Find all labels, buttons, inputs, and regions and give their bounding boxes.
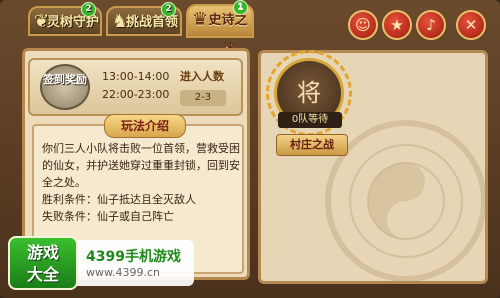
time-slot: 13:00-14:00 [102, 70, 170, 83]
intro-text: 你们三人小队将击败一位首领，营救受困的仙女，并护送她穿过重重封锁，回到安全之处。… [42, 140, 242, 225]
time-slot: 22:00-23:00 [102, 88, 170, 101]
dragon-icon: ♞ [112, 11, 129, 32]
open-times: 13:00-14:00 22:00-23:00 [102, 68, 169, 104]
sign-reward-seal[interactable]: 签到奖励 [40, 64, 90, 110]
tree-icon: ❦ [34, 11, 50, 32]
close-icon: ✕ [464, 16, 478, 34]
win-condition: 胜利条件：仙子抵达且全灭敌人 [42, 193, 196, 206]
hero-icon: ☺ [355, 16, 371, 34]
tab-epic-battle[interactable]: ♛ 史诗之战 1 [186, 0, 254, 58]
tab-spirit-tree[interactable]: ❦ 灵树守护 2 [28, 2, 102, 36]
village-battle-button[interactable]: 村庄之战 [276, 134, 348, 156]
intro-title: 玩法介绍 [104, 114, 186, 138]
intro-description: 你们三人小队将击败一位首领，营救受困的仙女，并护送她穿过重重封锁，回到安全之处。 [42, 142, 240, 189]
player-count-value: 2-3 [180, 90, 226, 106]
hero-button[interactable]: ☺ [348, 10, 378, 40]
site-name: 4399手机游戏 [86, 249, 181, 265]
tab-challenge-boss[interactable]: ♞ 挑战首领 2 [106, 2, 182, 36]
lose-condition: 失败条件：仙子或自己阵亡 [42, 210, 174, 223]
schedule-box: 签到奖励 13:00-14:00 22:00-23:00 进入人数 2-3 [28, 58, 243, 116]
logo-text: 游戏大全 [26, 243, 59, 284]
close-button[interactable]: ✕ [456, 10, 486, 40]
player-count-label: 进入人数 [180, 70, 224, 83]
queue-status: 0队等待 [278, 112, 342, 128]
site-url: www.4399.cn [86, 266, 160, 279]
boss-glyph: 将 [297, 79, 321, 107]
seal-label: 签到奖励 [43, 73, 87, 86]
notification-badge: 2 [161, 2, 176, 17]
phoenix-icon: ♛ [192, 9, 209, 30]
notification-badge: 1 [233, 0, 248, 15]
notification-badge: 2 [81, 2, 96, 17]
sound-icon: ♪ [426, 16, 436, 34]
star-icon: ★ [390, 16, 404, 34]
watermark-banner: 4399手机游戏 www.4399.cn [70, 240, 194, 286]
sound-button[interactable]: ♪ [416, 10, 446, 40]
rank-button[interactable]: ★ [382, 10, 412, 40]
site-logo: 游戏大全 [8, 236, 78, 290]
